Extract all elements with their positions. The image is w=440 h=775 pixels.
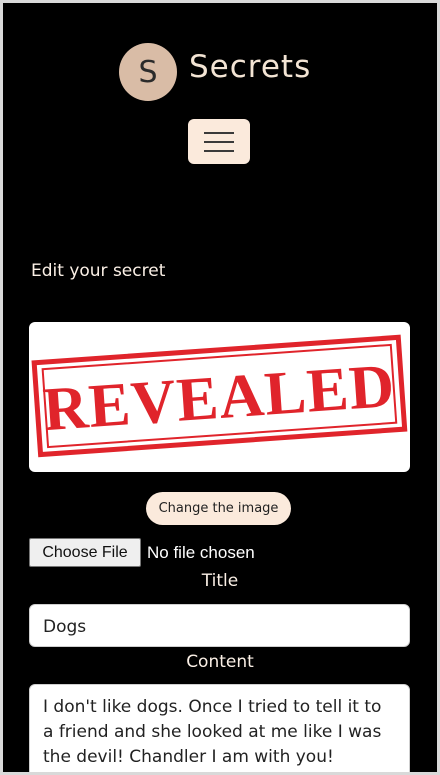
menu-toggle-button[interactable] (188, 119, 250, 164)
logo-letter: S (138, 54, 158, 90)
hamburger-icon (204, 131, 234, 134)
brand-title[interactable]: Secrets (189, 49, 311, 85)
page-heading: Edit your secret (31, 261, 166, 281)
app-frame: S Secrets Edit your secret REVEALED Chan… (3, 3, 437, 772)
file-status-text: No file chosen (147, 542, 255, 562)
file-input: Choose File No file chosen (29, 538, 255, 567)
logo-badge[interactable]: S (119, 43, 177, 101)
content-label: Content (186, 652, 254, 672)
revealed-stamp-image: REVEALED (31, 334, 408, 458)
title-label: Title (201, 571, 239, 591)
title-field[interactable]: Dogs (29, 604, 410, 647)
change-image-button[interactable]: Change the image (146, 492, 291, 525)
hamburger-icon-bar (204, 140, 234, 143)
secret-image: REVEALED (29, 322, 410, 472)
choose-file-button[interactable]: Choose File (29, 538, 141, 567)
hamburger-icon-bar (204, 149, 234, 152)
content-textarea[interactable]: I don't like dogs. Once I tried to tell … (29, 684, 410, 772)
